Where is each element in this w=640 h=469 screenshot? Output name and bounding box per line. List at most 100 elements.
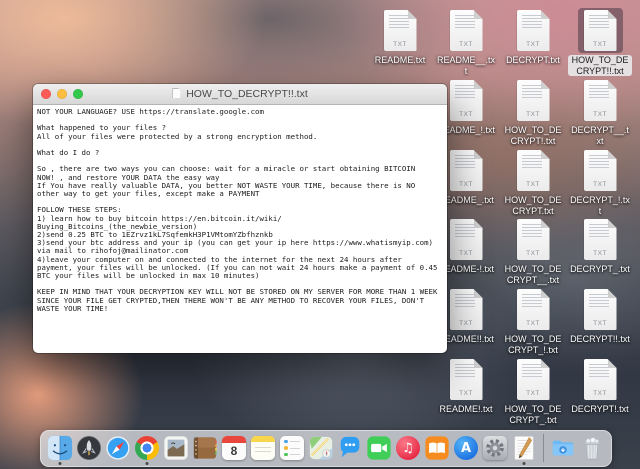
page-lines <box>522 155 542 168</box>
dock-ibooks[interactable] <box>424 435 450 461</box>
page-lines <box>455 364 475 377</box>
reminders-icon <box>280 436 304 460</box>
messages-bubble-icon <box>337 435 363 461</box>
desktop-file-icon[interactable]: TXT DECRYPT_.txt <box>568 217 632 275</box>
desktop-file-icon[interactable]: TXT README.txt <box>368 8 432 66</box>
txt-badge: TXT <box>584 250 617 257</box>
page-lines <box>589 85 609 98</box>
txt-file-icon: TXT <box>444 357 489 402</box>
page-lines <box>522 15 542 28</box>
notes-lines <box>255 447 271 455</box>
page-lines <box>522 294 542 307</box>
page-lines <box>455 294 475 307</box>
desktop-file-icon[interactable]: TXT HOW_TO_DECRYPT_!.txt <box>501 287 565 355</box>
page-fold <box>541 10 550 19</box>
running-indicator <box>523 462 526 465</box>
txt-badge: TXT <box>584 390 617 397</box>
page-lines <box>455 224 475 237</box>
mail-stamp-icon <box>163 435 189 461</box>
page-lines <box>589 155 609 168</box>
dock-trash[interactable] <box>579 435 605 461</box>
document-text[interactable]: NOT YOUR LANGUAGE? USE https://translate… <box>37 108 443 313</box>
system-preferences-icon <box>483 436 507 460</box>
trash-full-icon <box>579 435 605 461</box>
txt-file-icon: TXT <box>511 217 556 262</box>
page-lines <box>389 15 409 28</box>
file-label: DECRYPT__.txt <box>568 125 632 146</box>
desktop-file-icon[interactable]: TXT DECRYPT_!.txt <box>568 148 632 216</box>
txt-file-icon: TXT <box>444 148 489 193</box>
page-lines <box>455 15 475 28</box>
file-label: HOW_TO_DECRYPT_!.txt <box>501 334 565 355</box>
window-titlebar[interactable]: HOW_TO_DECRYPT!!.txt <box>33 84 447 105</box>
dock-mail[interactable] <box>163 435 189 461</box>
txt-file-icon: TXT <box>511 8 556 53</box>
desktop-file-icon[interactable]: TXT README!.txt <box>434 357 498 415</box>
dock-calendar[interactable]: 8 <box>221 435 247 461</box>
desktop-file-icon[interactable]: TXT README__.txt <box>434 8 498 76</box>
txt-badge: TXT <box>517 390 550 397</box>
textedit-paper-pencil-icon <box>511 435 537 461</box>
zoom-button[interactable] <box>73 89 83 99</box>
page-fold <box>608 359 617 368</box>
desktop-file-icon[interactable]: TXT HOW_TO_DECRYPT__.txt <box>501 217 565 285</box>
page-fold <box>608 289 617 298</box>
dock-notes[interactable] <box>250 435 276 461</box>
chrome-icon <box>135 436 159 460</box>
desktop-file-icon[interactable]: TXT HOW_TO_DECRYPT!.txt <box>501 78 565 146</box>
dock-maps[interactable] <box>308 435 334 461</box>
txt-badge: TXT <box>450 111 483 118</box>
page-lines <box>522 85 542 98</box>
file-label: HOW_TO_DECRYPT.txt <box>501 195 565 216</box>
page-fold <box>408 10 417 19</box>
dock-safari[interactable] <box>105 435 131 461</box>
txt-file-icon: TXT <box>444 8 489 53</box>
dock-app-store[interactable]: A <box>453 435 479 461</box>
desktop-file-icon[interactable]: TXT HOW_TO_DECRYPT.txt <box>501 148 565 216</box>
document-area[interactable]: NOT YOUR LANGUAGE? USE https://translate… <box>33 105 447 316</box>
launchpad-rocket-icon <box>76 435 102 461</box>
desktop-file-icon[interactable]: TXT DECRYPT!!.txt <box>568 287 632 345</box>
page-fold <box>541 80 550 89</box>
running-indicator <box>146 462 149 465</box>
txt-badge: TXT <box>517 111 550 118</box>
ibooks-open-book-icon <box>424 435 450 461</box>
dock-reminders[interactable] <box>279 435 305 461</box>
calendar-header <box>222 436 246 443</box>
desktop-file-icon[interactable]: TXT DECRYPT!.txt <box>568 357 632 415</box>
file-label: HOW_TO_DECRYPT!.txt <box>501 125 565 146</box>
page-fold <box>541 359 550 368</box>
dock-system-preferences[interactable] <box>482 435 508 461</box>
file-label: README!.txt <box>437 404 494 415</box>
desktop-file-icon[interactable]: TXT DECRYPT.txt <box>501 8 565 66</box>
document-proxy-icon <box>172 88 182 100</box>
file-label: README.txt <box>373 55 428 66</box>
dock-finder[interactable] <box>47 435 73 461</box>
txt-file-icon: TXT <box>511 287 556 332</box>
close-button[interactable] <box>41 89 51 99</box>
page-fold <box>608 219 617 228</box>
dock-separator <box>543 434 544 462</box>
page-fold <box>541 289 550 298</box>
desktop-file-icon[interactable]: TXT DECRYPT__.txt <box>568 78 632 146</box>
dock-itunes[interactable]: ♫ <box>395 435 421 461</box>
desktop-file-icon-selected[interactable]: TXT HOW_TO_DECRYPT!!.txt <box>568 8 632 76</box>
page-fold <box>474 10 483 19</box>
txt-file-icon: TXT <box>578 217 623 262</box>
txt-file-icon: TXT <box>511 148 556 193</box>
dock-launchpad[interactable] <box>76 435 102 461</box>
desktop-file-icon[interactable]: TXT HOW_TO_DECRYPT_.txt <box>501 357 565 425</box>
app-store-a-glyph: A <box>461 442 471 455</box>
txt-badge: TXT <box>517 41 550 48</box>
dock-downloads[interactable] <box>550 435 576 461</box>
dock-messages[interactable] <box>337 435 363 461</box>
dock-textedit[interactable] <box>511 435 537 461</box>
minimize-button[interactable] <box>57 89 67 99</box>
file-label: DECRYPT!.txt <box>569 404 630 415</box>
dock-facetime[interactable] <box>366 435 392 461</box>
txt-file-icon: TXT <box>444 287 489 332</box>
calendar-icon: 8 <box>222 436 246 460</box>
dock-contacts[interactable] <box>192 435 218 461</box>
txt-badge: TXT <box>517 250 550 257</box>
dock-chrome[interactable] <box>134 435 160 461</box>
